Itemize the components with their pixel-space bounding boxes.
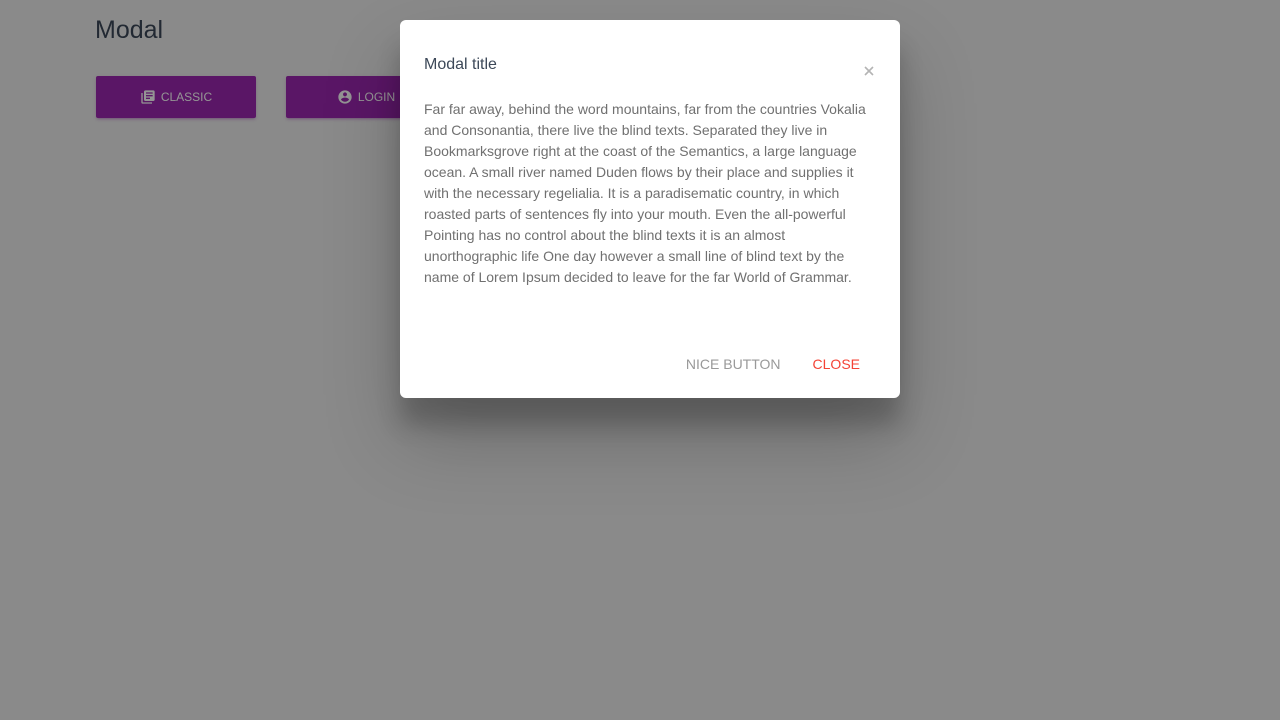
modal-dialog: Modal title Far far away, behind the wor… — [400, 20, 900, 398]
modal-close-x-button[interactable] — [862, 64, 876, 78]
close-icon — [864, 66, 874, 76]
modal-footer: Nice Button Close — [670, 350, 876, 378]
modal-body-text: Far far away, behind the word mountains,… — [424, 101, 866, 285]
modal-title: Modal title — [424, 56, 497, 73]
close-button[interactable]: Close — [797, 350, 876, 378]
page: Modal Classic Login Modal title Far far … — [0, 0, 1280, 720]
nice-button[interactable]: Nice Button — [670, 350, 797, 378]
